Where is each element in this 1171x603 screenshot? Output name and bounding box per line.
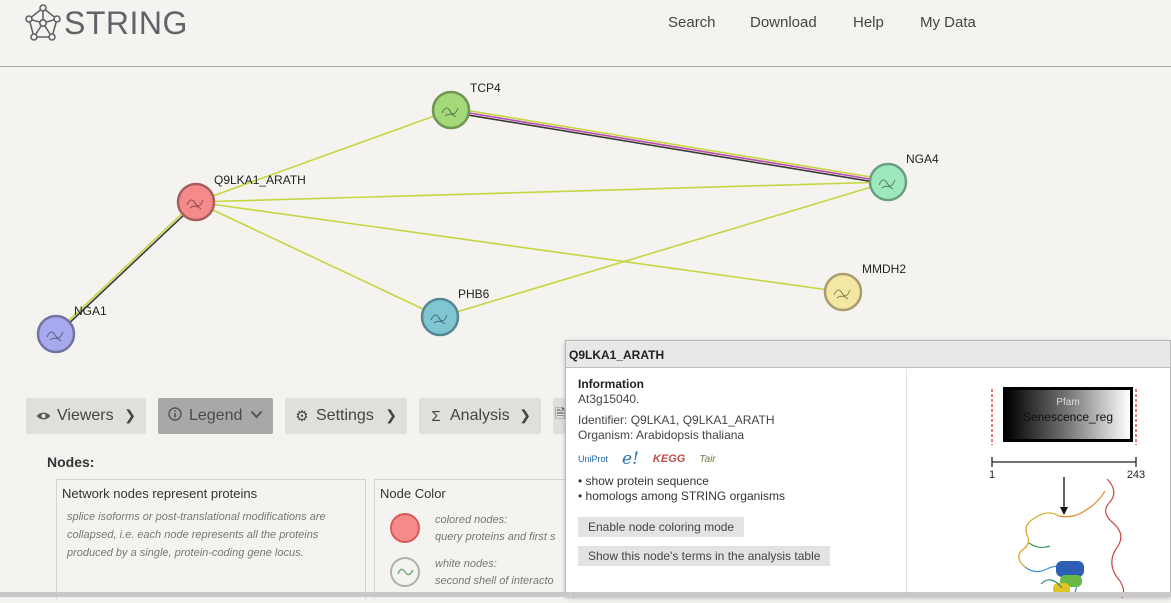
domain-structure-view: Pfam Senescence_reg 1 243: [989, 387, 1145, 599]
horizontal-scrollbar[interactable]: [0, 592, 1171, 597]
network-node-mmdh2[interactable]: MMDH2: [823, 262, 906, 312]
nav-my-data[interactable]: My Data: [920, 14, 976, 31]
network-edge[interactable]: [195, 109, 452, 203]
export-icon: 🗎: [555, 406, 566, 421]
kegg-icon[interactable]: KEGG: [653, 453, 685, 465]
network-node-nga4[interactable]: NGA4: [868, 152, 939, 202]
network-node-tcp4[interactable]: TCP4: [431, 81, 501, 130]
chevron-right-icon: ❯: [519, 407, 531, 423]
nav-download[interactable]: Download: [750, 14, 817, 31]
tair-icon[interactable]: Tair: [699, 454, 715, 465]
show-node-terms-button[interactable]: Show this node's terms in the analysis t…: [578, 546, 831, 566]
viewers-button[interactable]: Viewers ❯: [26, 398, 146, 434]
chevron-right-icon: ❯: [124, 407, 136, 423]
header: STRING Search Download Help My Data: [0, 0, 1171, 67]
info-circle-icon: [168, 407, 182, 425]
colored-nodes-desc: query proteins and first s: [435, 531, 556, 543]
nodes-title: Nodes:: [47, 454, 95, 470]
white-node-sample-icon: [390, 557, 420, 587]
gear-icon: ⚙: [295, 408, 309, 425]
network-node-q9lka1_arath[interactable]: Q9LKA1_ARATH: [176, 173, 306, 222]
network-edge[interactable]: [439, 181, 889, 318]
info-identifier: Identifier: Q9LKA1, Q9LKA1_ARATH: [578, 413, 775, 427]
legend-box-proteins: Network nodes represent proteins splice …: [56, 479, 366, 599]
node-label: PHB6: [458, 287, 490, 301]
info-heading: Information: [578, 377, 644, 391]
legend-button[interactable]: Legend: [158, 398, 273, 434]
network-node-phb6[interactable]: PHB6: [420, 287, 490, 337]
popup-info-section: Information At3g15040. Identifier: Q9LKA…: [578, 377, 898, 566]
network-edge[interactable]: [450, 109, 889, 183]
network-edge[interactable]: [451, 107, 889, 181]
enable-node-coloring-button[interactable]: Enable node coloring mode: [578, 517, 745, 537]
protein-network[interactable]: TCP4 Q9LKA1_ARATH NGA4 MMDH2 PHB6 NGA1: [0, 68, 1171, 368]
logo-text: STRING: [64, 4, 188, 41]
string-network-logo-icon: [25, 4, 61, 41]
popup-structure-section: Pfam Senescence_reg 1 243: [907, 369, 1171, 599]
network-node-nga1[interactable]: NGA1: [36, 304, 107, 354]
network-nodes: TCP4 Q9LKA1_ARATH NGA4 MMDH2 PHB6 NGA1: [36, 81, 939, 354]
network-edge[interactable]: [450, 111, 888, 185]
pfam-label: Pfam: [1056, 397, 1079, 408]
show-protein-sequence-link[interactable]: • show protein sequence: [578, 474, 898, 489]
database-links: UniProt e! KEGG Tair: [578, 448, 898, 470]
colored-nodes-label: colored nodes:: [435, 514, 508, 526]
settings-label: Settings: [316, 407, 374, 424]
legend-label: Legend: [189, 407, 243, 424]
info-description: At3g15040.: [578, 392, 640, 406]
uniprot-icon[interactable]: UniProt: [578, 454, 608, 464]
node-label: Q9LKA1_ARATH: [214, 173, 306, 187]
analysis-button[interactable]: Σ Analysis ❯: [419, 398, 541, 434]
node-label: MMDH2: [862, 262, 906, 276]
colored-node-sample-icon: [390, 513, 420, 543]
legend-box-proteins-text: splice isoforms or post-translational mo…: [67, 511, 326, 559]
protein-3d-structure-image[interactable]: [1018, 478, 1125, 599]
node-info-popup[interactable]: Q9LKA1_ARATH Information At3g15040. Iden…: [565, 340, 1171, 599]
legend-panel: Nodes: Network nodes represent proteins …: [26, 445, 586, 599]
legend-box-node-color-title: Node Color: [380, 486, 446, 501]
info-organism: Organism: Arabidopsis thaliana: [578, 428, 745, 442]
eye-icon: [36, 408, 51, 425]
nav-search[interactable]: Search: [668, 14, 716, 31]
sequence-end-label: 243: [1127, 469, 1145, 481]
chevron-right-icon: ❯: [385, 407, 397, 423]
white-nodes-desc: second shell of interacto: [435, 575, 554, 587]
legend-box-proteins-title: Network nodes represent proteins: [62, 486, 258, 501]
sequence-start-label: 1: [989, 469, 995, 481]
chevron-down-icon: [250, 406, 263, 422]
node-label: TCP4: [470, 81, 501, 95]
nav-help[interactable]: Help: [853, 14, 884, 31]
settings-button[interactable]: ⚙ Settings ❯: [285, 398, 407, 434]
homologs-link[interactable]: • homologs among STRING organisms: [578, 489, 898, 504]
analysis-label: Analysis: [450, 407, 510, 424]
ensembl-icon[interactable]: e!: [622, 449, 639, 469]
sigma-icon: Σ: [431, 407, 441, 425]
legend-box-node-color: Node Color colored nodes: query proteins…: [374, 479, 574, 599]
popup-title: Q9LKA1_ARATH: [566, 341, 1170, 368]
viewers-label: Viewers: [57, 407, 114, 424]
pfam-domain-name: Senescence_reg: [1023, 410, 1113, 424]
string-logo[interactable]: STRING: [24, 4, 188, 42]
white-nodes-label: white nodes:: [435, 558, 497, 570]
node-label: NGA4: [906, 152, 939, 166]
node-label: NGA1: [74, 304, 107, 318]
